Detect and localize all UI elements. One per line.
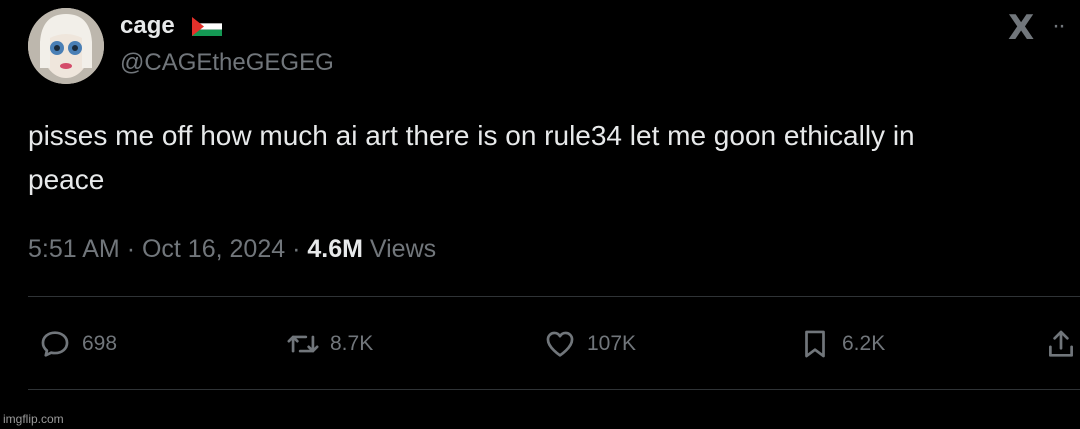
bookmark-icon bbox=[805, 330, 825, 358]
like-button[interactable]: 107K bbox=[543, 324, 636, 364]
bookmark-button[interactable]: 6.2K bbox=[798, 324, 885, 364]
meta-separator: · bbox=[126, 235, 136, 263]
like-count: 107K bbox=[587, 332, 637, 355]
palestine-flag-icon bbox=[192, 17, 222, 36]
username-handle[interactable]: @CAGEtheGEGEG bbox=[120, 48, 334, 78]
heart-icon bbox=[546, 331, 574, 357]
views-count: 4.6M bbox=[307, 235, 363, 263]
meta-separator: · bbox=[292, 235, 301, 263]
bookmark-count: 6.2K bbox=[842, 332, 886, 355]
reply-icon bbox=[41, 331, 69, 357]
avatar[interactable] bbox=[28, 8, 104, 84]
views-label: Views bbox=[369, 235, 437, 263]
retweet-button[interactable]: 8.7K bbox=[286, 324, 373, 364]
timestamp-date[interactable]: Oct 16, 2024 bbox=[142, 235, 285, 263]
reply-count: 698 bbox=[82, 332, 118, 355]
watermark: imgflip.com bbox=[3, 412, 64, 426]
divider bbox=[28, 296, 1080, 297]
share-button[interactable] bbox=[1044, 324, 1080, 364]
x-logo-icon: X bbox=[1008, 8, 1034, 48]
share-icon bbox=[1049, 330, 1073, 357]
timestamp-time[interactable]: 5:51 AM bbox=[28, 235, 120, 263]
retweet-count: 8.7K bbox=[330, 332, 374, 355]
reply-button[interactable]: 698 bbox=[38, 324, 117, 364]
avatar-image bbox=[28, 8, 104, 84]
more-options-icon[interactable]: ·· bbox=[1052, 14, 1066, 38]
divider bbox=[28, 389, 1080, 390]
retweet-icon bbox=[287, 335, 319, 353]
tweet-text: pisses me off how much ai art there is o… bbox=[28, 120, 915, 195]
display-name[interactable]: cage bbox=[120, 10, 175, 42]
tweet-card: cage @CAGEtheGEGEG X ·· pisses me off ho… bbox=[0, 0, 1080, 429]
tweet-metadata: 5:51 AM · Oct 16, 2024 · 4.6M Views bbox=[28, 232, 436, 266]
